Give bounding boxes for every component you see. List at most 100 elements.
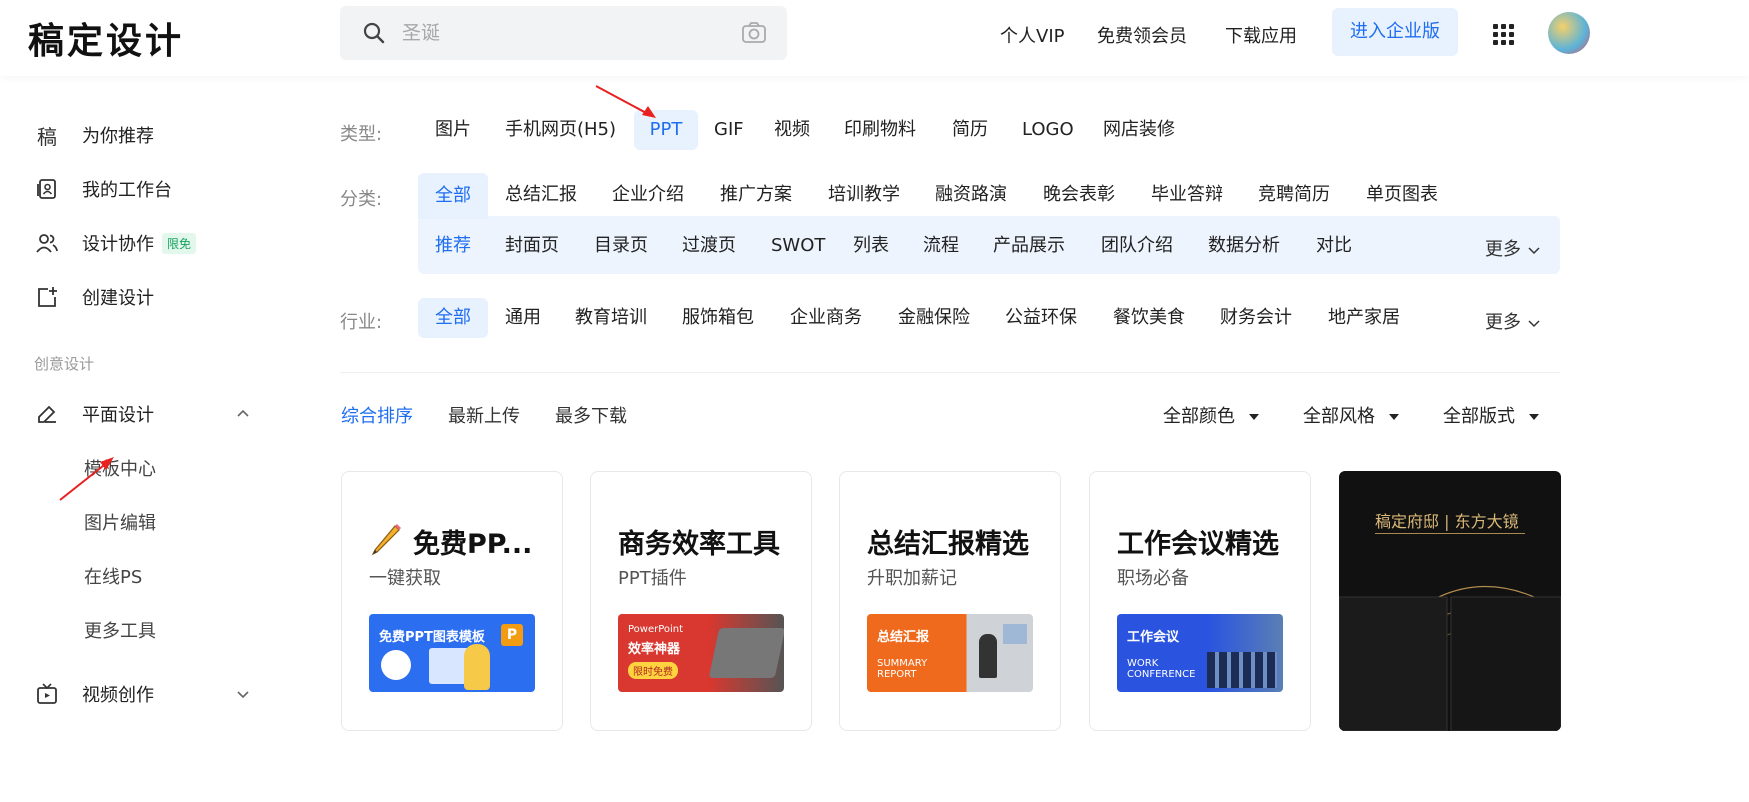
banner-tag: 限时免费 — [628, 662, 678, 679]
presenter-illustration — [979, 634, 997, 678]
category-chip-gala[interactable]: 晚会表彰 — [1043, 175, 1115, 215]
sidebar-item-video[interactable]: 视频创作 — [34, 679, 154, 709]
apps-grid-icon[interactable] — [1493, 24, 1515, 46]
avatar[interactable] — [1548, 12, 1590, 54]
collection-card-meeting[interactable]: 工作会议精选 职场必备 工作会议 WORK CONFERENCE — [1089, 471, 1311, 731]
category-chip-all[interactable]: 全部 — [418, 173, 488, 219]
type-chip-video[interactable]: 视频 — [774, 110, 810, 150]
sidebar-subitem-more-tools[interactable]: 更多工具 — [84, 617, 156, 643]
video-icon — [34, 681, 60, 707]
nav-download-app[interactable]: 下载应用 — [1225, 22, 1297, 48]
type-chip-shop[interactable]: 网店装修 — [1103, 110, 1175, 150]
users-icon — [34, 230, 60, 256]
style-dropdown[interactable]: 全部风格 — [1303, 402, 1399, 428]
industry-chip-finance[interactable]: 金融保险 — [898, 298, 970, 338]
search-icon[interactable] — [362, 21, 386, 45]
gold-arcs-decoration — [1339, 585, 1561, 731]
chevron-down-icon — [1528, 320, 1540, 328]
sort-newest[interactable]: 最新上传 — [448, 402, 520, 428]
subcategory-chip-flow[interactable]: 流程 — [923, 226, 959, 266]
industry-chip-charity[interactable]: 公益环保 — [1005, 298, 1077, 338]
industry-chip-business[interactable]: 企业商务 — [790, 298, 862, 338]
chevron-down-icon[interactable] — [236, 687, 250, 701]
sidebar-item-label: 为你推荐 — [82, 126, 154, 147]
subcategory-chip-transition[interactable]: 过渡页 — [682, 226, 736, 266]
layout-dropdown-label: 全部版式 — [1443, 406, 1515, 427]
sidebar-item-label: 视频创作 — [82, 685, 154, 706]
card-subtitle: PPT插件 — [618, 568, 687, 589]
promo-title: 稿定府邸 | 东方大镜 — [1375, 512, 1519, 531]
subcategory-chip-toc[interactable]: 目录页 — [594, 226, 648, 266]
top-bar: 稿定设计 个人VIP 免费领会员 下载应用 进入企业版 — [0, 0, 1749, 76]
gao-logo-icon: 稿 — [37, 124, 57, 149]
category-chip-roadshow[interactable]: 融资路演 — [935, 175, 1007, 215]
subcategory-band — [418, 216, 1560, 274]
type-chip-print[interactable]: 印刷物料 — [844, 110, 916, 150]
type-chip-ppt[interactable]: PPT — [634, 110, 698, 150]
type-chip-gif[interactable]: GIF — [714, 110, 744, 150]
industry-chip-food[interactable]: 餐饮美食 — [1113, 298, 1185, 338]
industry-chip-accounting[interactable]: 财务会计 — [1220, 298, 1292, 338]
sidebar-item-recommend[interactable]: 稿 为你推荐 — [34, 120, 154, 150]
chevron-up-icon[interactable] — [236, 407, 250, 421]
banner-subtext: REPORT — [877, 669, 917, 680]
category-chip-defense[interactable]: 毕业答辩 — [1151, 175, 1223, 215]
subcategory-chip-team[interactable]: 团队介绍 — [1101, 226, 1173, 266]
workspace-icon — [34, 176, 60, 202]
nav-personal-vip[interactable]: 个人VIP — [1000, 22, 1064, 48]
template-card-promo[interactable]: 稿定府邸 | 东方大镜 — [1339, 471, 1561, 731]
sidebar-item-collab[interactable]: 设计协作 限免 — [34, 228, 197, 258]
subcategory-chip-data[interactable]: 数据分析 — [1208, 226, 1280, 266]
site-logo[interactable]: 稿定设计 — [28, 12, 184, 64]
sidebar-subitem-template-center[interactable]: 模板中心 — [84, 455, 156, 481]
sidebar-subitem-image-edit[interactable]: 图片编辑 — [84, 509, 156, 535]
category-chip-summary[interactable]: 总结汇报 — [505, 175, 577, 215]
more-label: 更多 — [1485, 239, 1521, 260]
type-chip-image[interactable]: 图片 — [435, 110, 471, 150]
industry-more-button[interactable]: 更多 — [1485, 308, 1541, 334]
subcategory-more-button[interactable]: 更多 — [1485, 235, 1541, 261]
chart-icon — [381, 650, 411, 680]
collection-card-free-ppt[interactable]: 免费PP... 一键获取 免费PPT图表模板 P — [341, 471, 563, 731]
sort-comprehensive[interactable]: 综合排序 — [341, 402, 413, 428]
search-box[interactable] — [340, 6, 787, 60]
banner-text: PowerPoint — [628, 624, 684, 635]
subcategory-chip-swot[interactable]: SWOT — [771, 226, 825, 266]
category-chip-single-chart[interactable]: 单页图表 — [1366, 175, 1438, 215]
card-subtitle: 升职加薪记 — [867, 568, 957, 589]
camera-icon[interactable] — [741, 20, 767, 46]
free-badge: 限免 — [162, 232, 197, 254]
search-input[interactable] — [402, 18, 702, 48]
sidebar-item-workspace[interactable]: 我的工作台 — [34, 174, 172, 204]
card-banner: 免费PPT图表模板 P — [369, 614, 535, 692]
collection-card-business-tools[interactable]: 商务效率工具 PPT插件 PowerPoint 效率神器 限时免费 — [590, 471, 812, 731]
sidebar-item-create[interactable]: 创建设计 — [34, 282, 154, 312]
subcategory-chip-list[interactable]: 列表 — [853, 226, 889, 266]
sidebar-item-graphic-design[interactable]: 平面设计 — [34, 399, 154, 429]
category-chip-promotion[interactable]: 推广方案 — [720, 175, 792, 215]
sidebar-subitem-online-ps[interactable]: 在线PS — [84, 563, 142, 589]
layout-dropdown[interactable]: 全部版式 — [1443, 402, 1539, 428]
industry-chip-all[interactable]: 全部 — [418, 298, 488, 338]
subcategory-chip-compare[interactable]: 对比 — [1316, 226, 1352, 266]
subcategory-chip-product[interactable]: 产品展示 — [993, 226, 1065, 266]
type-chip-logo[interactable]: LOGO — [1022, 110, 1074, 150]
card-subtitle: 一键获取 — [369, 568, 441, 589]
type-chip-h5[interactable]: 手机网页(H5) — [505, 110, 616, 150]
category-chip-company[interactable]: 企业介绍 — [612, 175, 684, 215]
subcategory-chip-cover[interactable]: 封面页 — [505, 226, 559, 266]
category-chip-campaign[interactable]: 竞聘简历 — [1258, 175, 1330, 215]
subcategory-chip-recommend[interactable]: 推荐 — [435, 226, 471, 266]
category-chip-training[interactable]: 培训教学 — [828, 175, 900, 215]
enterprise-button[interactable]: 进入企业版 — [1332, 8, 1458, 56]
color-dropdown[interactable]: 全部颜色 — [1163, 402, 1259, 428]
nav-free-membership[interactable]: 免费领会员 — [1097, 22, 1187, 48]
sort-most-downloads[interactable]: 最多下载 — [555, 402, 627, 428]
industry-chip-apparel[interactable]: 服饰箱包 — [682, 298, 754, 338]
industry-chip-general[interactable]: 通用 — [505, 298, 541, 338]
card-title: 总结汇报精选 — [867, 529, 1029, 560]
type-chip-resume[interactable]: 简历 — [952, 110, 988, 150]
collection-card-summary[interactable]: 总结汇报精选 升职加薪记 总结汇报 SUMMARY REPORT — [839, 471, 1061, 731]
industry-chip-realestate[interactable]: 地产家居 — [1328, 298, 1400, 338]
industry-chip-education[interactable]: 教育培训 — [575, 298, 647, 338]
